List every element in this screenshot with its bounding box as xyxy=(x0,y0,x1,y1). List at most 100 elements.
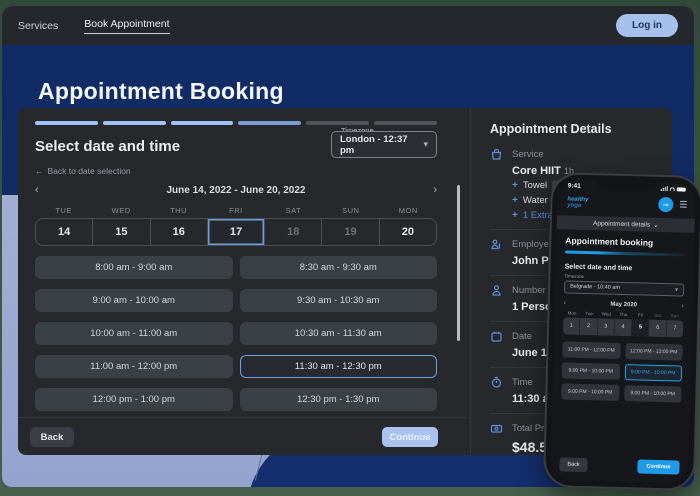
signal-icon xyxy=(660,186,668,191)
footer-divider xyxy=(18,417,466,418)
time-slot[interactable]: 11:00 am - 12:00 pm xyxy=(35,355,233,378)
login-arrow-icon: ➞ xyxy=(663,201,669,209)
hamburger-menu-icon[interactable]: ☰ xyxy=(679,199,687,210)
date-label: Date xyxy=(512,331,532,342)
page-title: Appointment Booking xyxy=(38,78,284,105)
phone-progress-bar xyxy=(565,250,685,256)
date-cell[interactable]: 20 xyxy=(380,219,436,245)
phone-date-cell[interactable]: 3 xyxy=(597,318,614,335)
phone-screen: 9:41 healthy yoga ➞ ☰ Appointment detail… xyxy=(550,179,696,484)
progress-segment xyxy=(103,121,166,125)
healthy-yoga-logo: healthy yoga xyxy=(567,196,588,209)
phone-time-slot[interactable]: 12:00 PM - 13:00 PM xyxy=(625,343,683,360)
date-picker-row: 14 15 16 17 18 19 20 xyxy=(35,218,437,246)
weekday-label: THU xyxy=(150,206,207,215)
progress-segment xyxy=(171,121,234,125)
phone-time-slot-grid: 11:00 PM - 12:00 PM 12:00 PM - 13:00 PM … xyxy=(561,341,682,402)
weekday-label: TUE xyxy=(35,206,92,215)
time-slot[interactable]: 10:30 am - 11:30 am xyxy=(240,322,438,345)
employee-icon xyxy=(490,238,503,251)
phone-time-slot[interactable]: 9:00 PM - 10:00 PM xyxy=(562,362,620,379)
weekday-labels: TUE WED THU FRI SAT SUN MON xyxy=(35,206,437,215)
prev-month-icon[interactable]: ‹ xyxy=(564,300,576,306)
nav-item-services[interactable]: Services xyxy=(18,20,58,32)
prev-week-icon[interactable]: ‹ xyxy=(35,184,61,196)
progress-bar xyxy=(35,121,437,125)
progress-segment xyxy=(238,121,301,125)
people-icon xyxy=(490,284,503,297)
weekday-label: MON xyxy=(380,206,437,215)
week-range: June 14, 2022 - June 20, 2022 xyxy=(61,185,411,196)
phone-mockup: 9:41 healthy yoga ➞ ☰ Appointment detail… xyxy=(545,174,700,489)
phone-continue-button[interactable]: Continue xyxy=(637,459,679,474)
battery-icon xyxy=(677,187,686,192)
phone-timezone-select[interactable]: Belgrade - 10:40 am ▾ xyxy=(564,280,684,296)
phone-footer: Back Continue xyxy=(559,457,679,474)
time-slot-selected[interactable]: 11:30 am - 12:30 pm xyxy=(240,355,438,378)
time-slot[interactable]: 8:30 am - 9:30 am xyxy=(240,256,438,279)
date-cell[interactable]: 16 xyxy=(151,219,208,245)
continue-button[interactable]: Continue xyxy=(382,427,438,447)
phone-step-heading: Select date and time xyxy=(565,263,685,273)
weekday-label: FRI xyxy=(207,206,264,215)
phone-date-cell-selected[interactable]: 5 xyxy=(632,319,649,336)
weekday-label: SUN xyxy=(322,206,379,215)
chevron-down-icon: ▾ xyxy=(423,139,428,150)
time-slot[interactable]: 12:30 pm - 1:30 pm xyxy=(240,388,438,411)
phone-weekday-labels: Mon Tue Wed Thu Fri Sat Sun xyxy=(563,310,683,318)
status-time: 9:41 xyxy=(568,183,581,190)
phone-date-cell[interactable]: 2 xyxy=(580,317,597,334)
time-slot[interactable]: 9:00 am - 10:00 am xyxy=(35,289,233,312)
chevron-down-icon: ▾ xyxy=(675,286,678,293)
phone-time-slot[interactable]: 11:00 PM - 12:00 PM xyxy=(562,341,620,358)
arrow-left-icon: ← xyxy=(35,166,44,176)
date-cell-selected[interactable]: 17 xyxy=(208,219,265,245)
phone-login-button[interactable]: ➞ xyxy=(658,197,673,212)
timer-icon xyxy=(490,376,503,389)
plus-icon: + xyxy=(512,180,518,191)
progress-segment xyxy=(35,121,98,125)
time-slot[interactable]: 9:30 am - 10:30 am xyxy=(240,289,438,312)
phone-page-title: Appointment booking xyxy=(565,235,685,248)
chevron-down-icon: ⌄ xyxy=(653,221,659,229)
time-slot[interactable]: 8:00 am - 9:00 am xyxy=(35,256,233,279)
date-cell-disabled: 18 xyxy=(265,219,322,245)
wifi-icon xyxy=(670,187,675,191)
back-to-date-selection-link[interactable]: ← Back to date selection xyxy=(35,166,131,176)
phone-time-slot[interactable]: 9:00 PM - 10:00 PM xyxy=(561,383,619,400)
login-button[interactable]: Log in xyxy=(616,14,678,37)
plus-icon: + xyxy=(512,195,518,206)
phone-timezone-label: Timezone xyxy=(564,273,684,281)
weekday-label: WED xyxy=(92,206,149,215)
phone-body: Appointment booking Select date and time… xyxy=(559,231,685,483)
phone-details-dropdown[interactable]: Appointment details ⌄ xyxy=(557,215,695,233)
status-icons xyxy=(660,186,686,192)
phone-header: healthy yoga ➞ ☰ xyxy=(567,195,687,213)
phone-back-button[interactable]: Back xyxy=(559,457,587,472)
service-bag-icon xyxy=(490,148,503,161)
calendar-icon xyxy=(490,330,503,343)
time-slot[interactable]: 12:00 pm - 1:00 pm xyxy=(35,388,233,411)
phone-date-cell[interactable]: 1 xyxy=(563,317,580,334)
nav-item-book-appointment[interactable]: Book Appointment xyxy=(84,18,169,34)
date-cell[interactable]: 15 xyxy=(93,219,150,245)
phone-time-slot[interactable]: 9:00 PM - 10:00 PM xyxy=(624,385,682,402)
phone-date-cell[interactable]: 7 xyxy=(667,320,684,337)
phone-time-slot-selected[interactable]: 9:00 PM - 10:00 PM xyxy=(624,364,682,381)
timezone-select[interactable]: London - 12:37 pm ▾ xyxy=(331,131,437,158)
phone-date-cell[interactable]: 4 xyxy=(615,318,632,335)
price-icon xyxy=(490,422,503,435)
back-button[interactable]: Back xyxy=(30,427,74,447)
next-month-icon[interactable]: › xyxy=(672,303,684,309)
next-week-icon[interactable]: › xyxy=(411,184,437,196)
progress-segment xyxy=(306,121,369,125)
date-cell[interactable]: 14 xyxy=(36,219,93,245)
date-cell-disabled: 19 xyxy=(322,219,379,245)
phone-date-cell[interactable]: 6 xyxy=(649,319,666,336)
details-scrollbar[interactable] xyxy=(457,185,460,341)
plus-icon: + xyxy=(512,210,518,221)
time-slot[interactable]: 10:00 am - 11:00 am xyxy=(35,322,233,345)
weekday-label: SAT xyxy=(265,206,322,215)
phone-date-row: 1 2 3 4 5 6 7 xyxy=(563,317,683,337)
employee-label: Employee xyxy=(512,239,554,250)
